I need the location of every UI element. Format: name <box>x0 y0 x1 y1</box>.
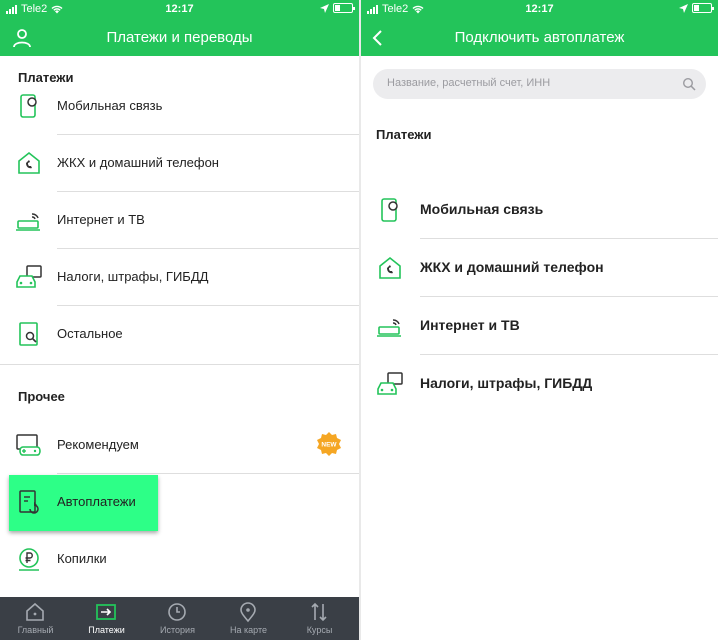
list-item-label: Мобильная связь <box>420 201 544 217</box>
status-bar: Tele2 12:17 <box>0 0 359 20</box>
autopay-screen: Tele2 12:17 Подключить автоплатеж Назван… <box>361 0 718 640</box>
page-title: Платежи и переводы <box>106 29 253 46</box>
tab-label: Главный <box>17 625 54 635</box>
list-item-label: Копилки <box>57 551 107 566</box>
list-item-taxes[interactable]: Налоги, штрафы, ГИБДД <box>361 355 718 413</box>
list-item-internet[interactable]: Интернет и ТВ <box>0 192 359 249</box>
new-badge-text: NEW <box>321 442 337 449</box>
map-pin-icon <box>240 602 256 623</box>
list-item-label: Мобильная связь <box>57 98 163 113</box>
router-icon <box>377 319 401 337</box>
tab-label: На карте <box>230 625 267 635</box>
list-item-utilities[interactable]: ЖКХ и домашний телефон <box>361 239 718 297</box>
clock: 12:17 <box>525 3 554 15</box>
house-icon <box>18 151 40 174</box>
gamepad-icon <box>16 434 41 456</box>
list-item-label: Остальное <box>57 326 123 341</box>
section-divider <box>0 364 359 365</box>
house-icon <box>379 256 401 279</box>
list-item-utilities[interactable]: ЖКХ и домашний телефон <box>0 135 359 192</box>
new-badge-icon: NEW <box>317 432 341 456</box>
list-item-label: Налоги, штрафы, ГИБДД <box>57 269 209 284</box>
list-item-label: Автоплатежи <box>57 494 136 509</box>
ruble-icon <box>19 548 39 571</box>
tab-label: История <box>160 625 195 635</box>
list-item-other[interactable]: Остальное <box>0 306 359 363</box>
search-input[interactable]: Название, расчетный счет, ИНН <box>373 69 706 99</box>
top-bar: Платежи и переводы <box>0 20 359 56</box>
list-item-label: Налоги, штрафы, ГИБДД <box>420 375 593 391</box>
section-payments-heading: Платежи <box>376 127 432 142</box>
battery-icon <box>692 3 714 13</box>
status-bar: Tele2 12:17 <box>361 0 718 20</box>
list-item-savings[interactable]: Копилки <box>0 531 359 588</box>
autopay-icon <box>19 490 39 514</box>
tab-rates[interactable]: Курсы <box>284 597 355 640</box>
tab-history[interactable]: История <box>142 597 213 640</box>
tab-main[interactable]: Главный <box>0 597 71 640</box>
top-bar: Подключить автоплатеж <box>361 20 718 56</box>
tab-label: Курсы <box>306 625 333 635</box>
search-doc-icon <box>19 322 38 346</box>
list-item-internet[interactable]: Интернет и ТВ <box>361 297 718 355</box>
clock: 12:17 <box>165 3 194 15</box>
list-item-mobile[interactable]: Мобильная связь <box>0 78 359 135</box>
list-item-taxes[interactable]: Налоги, штрафы, ГИБДД <box>0 249 359 306</box>
battery-icon <box>333 3 355 13</box>
tab-bar: Главный Платежи История На карте Курсы <box>0 597 359 640</box>
list-item-label: ЖКХ и домашний телефон <box>420 259 604 275</box>
phone-icon <box>20 94 37 118</box>
payments-icon <box>96 604 116 620</box>
section-other-heading: Прочее <box>18 389 65 404</box>
page-title: Подключить автоплатеж <box>454 29 625 46</box>
tab-payments[interactable]: Платежи <box>71 597 142 640</box>
list-item-mobile[interactable]: Мобильная связь <box>361 181 718 239</box>
list-item-label: Интернет и ТВ <box>57 212 145 227</box>
home-icon <box>26 602 44 621</box>
tab-label: Платежи <box>88 625 125 635</box>
arrows-icon <box>311 602 327 622</box>
search-placeholder: Название, расчетный счет, ИНН <box>387 77 551 89</box>
location-arrow-icon <box>320 3 329 13</box>
location-arrow-icon <box>679 3 688 13</box>
list-item-recommended[interactable]: Рекомендуем <box>0 417 359 474</box>
router-icon <box>16 213 40 231</box>
list-item-autopay[interactable]: Автоплатежи <box>0 474 359 531</box>
phone-icon <box>381 198 398 222</box>
car-icon <box>377 372 403 395</box>
tab-map[interactable]: На карте <box>213 597 284 640</box>
clock-icon <box>168 603 186 621</box>
payments-screen: Tele2 12:17 Платежи и переводы Платежи М… <box>0 0 359 640</box>
list-item-label: ЖКХ и домашний телефон <box>57 155 219 170</box>
list-item-label: Интернет и ТВ <box>420 317 520 333</box>
search-icon <box>682 77 696 91</box>
list-item-label: Рекомендуем <box>57 437 139 452</box>
car-icon <box>16 265 42 288</box>
